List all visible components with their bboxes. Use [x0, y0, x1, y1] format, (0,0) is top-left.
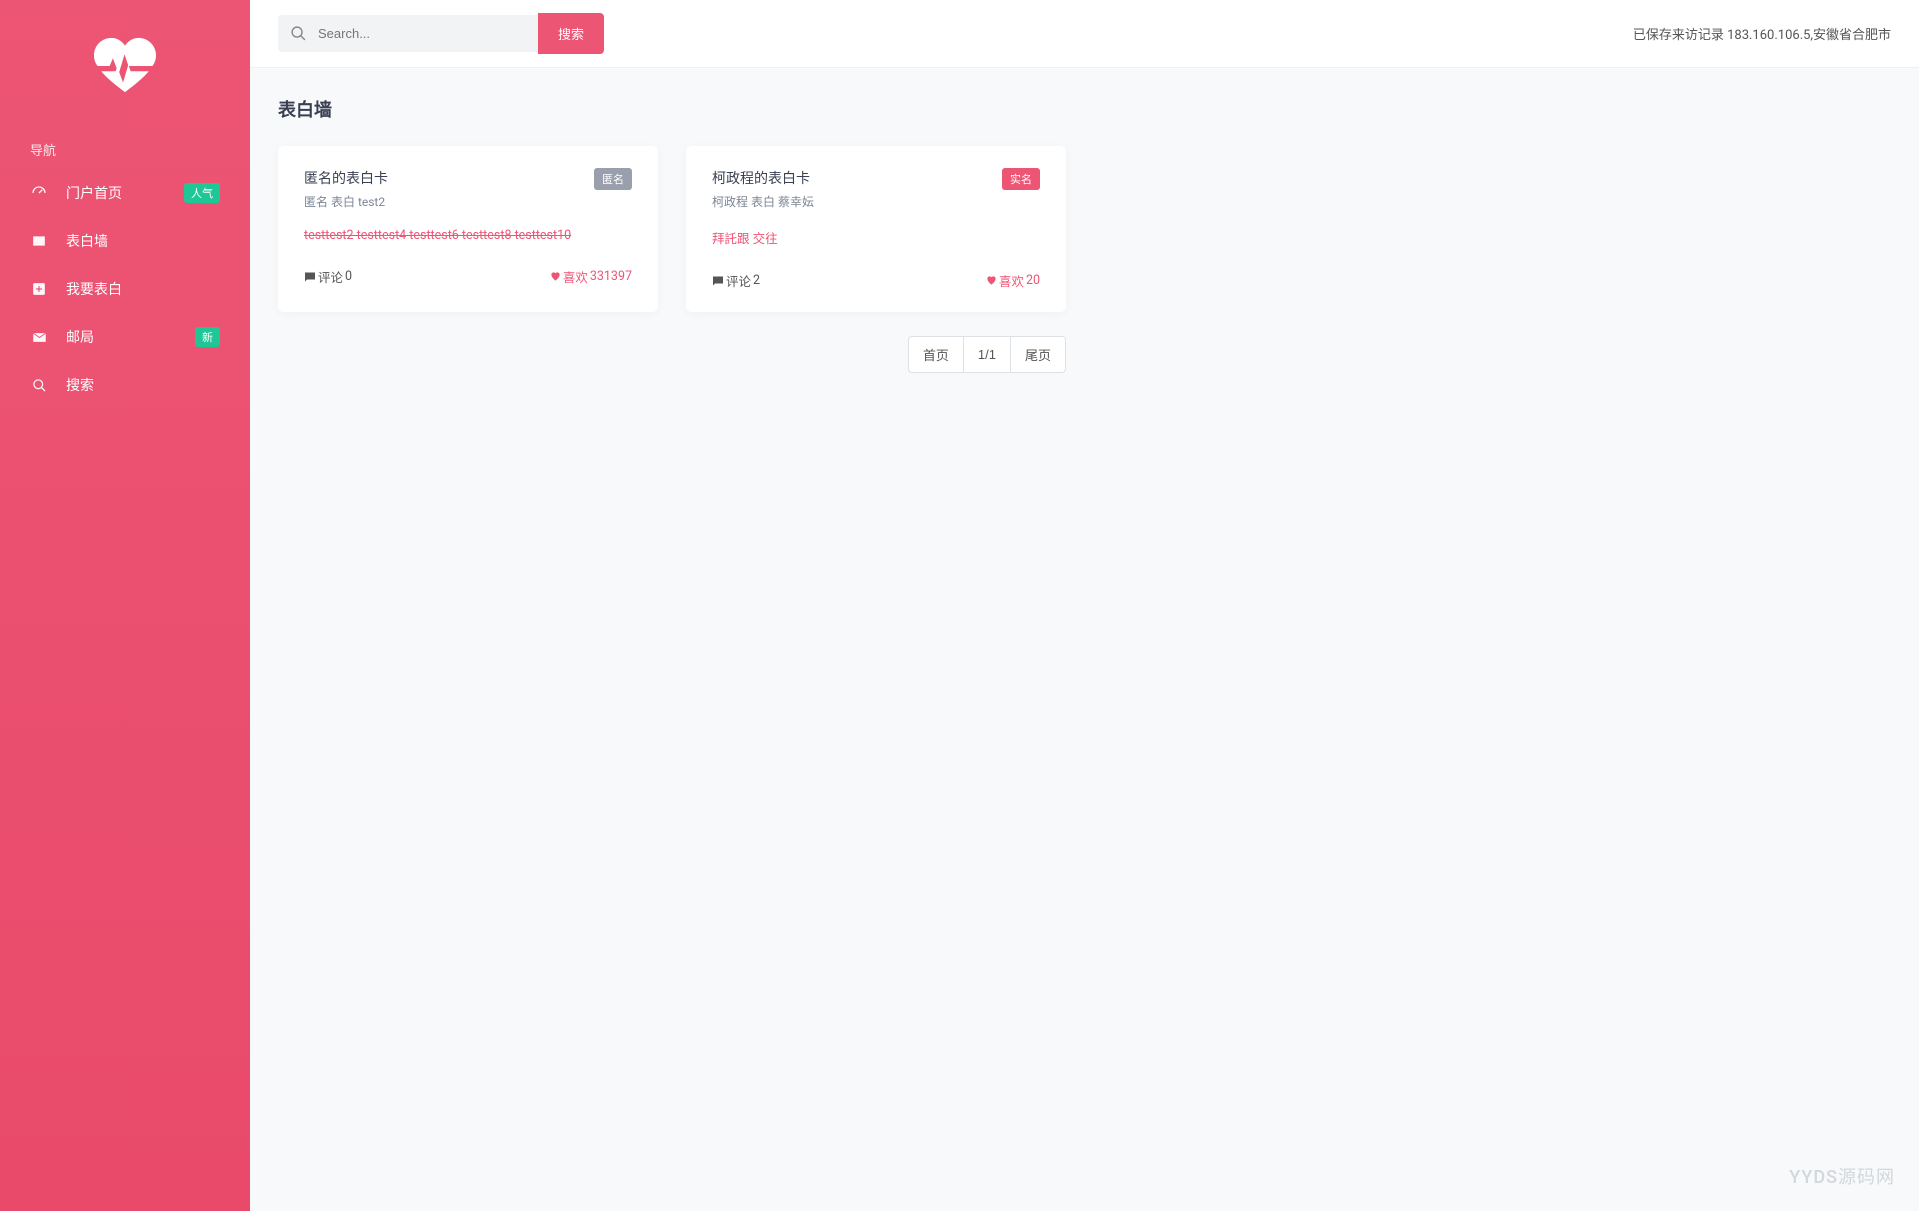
page-first-button[interactable]: 首页 — [908, 336, 964, 373]
realname-tag: 实名 — [1002, 168, 1040, 190]
sidebar-item-label: 邮局 — [66, 327, 195, 347]
search-icon — [30, 376, 48, 394]
sidebar-item-mail[interactable]: 邮局 新 — [0, 313, 250, 361]
like-stat[interactable]: 喜欢331397 — [550, 267, 632, 286]
heart-icon — [986, 275, 997, 286]
search-icon — [290, 25, 307, 42]
badge-new: 新 — [195, 327, 220, 347]
dashboard-icon — [30, 184, 48, 202]
sidebar: 导航 门户首页 人气 表白墙 我要表白 邮局 新 搜索 — [0, 0, 250, 1211]
anonymous-tag: 匿名 — [594, 168, 632, 190]
card-body: testtest2 testtest4 testtest6 testtest8 … — [304, 228, 632, 243]
sidebar-item-label: 表白墙 — [66, 231, 220, 251]
sidebar-item-label: 搜索 — [66, 375, 220, 395]
comment-stat[interactable]: 评论2 — [712, 271, 760, 290]
confession-card[interactable]: 匿名的表白卡 匿名 表白 test2 匿名 testtest2 testtest… — [278, 146, 658, 312]
page-title: 表白墙 — [278, 96, 1891, 122]
confession-card[interactable]: 柯政程的表白卡 柯政程 表白 蔡幸妘 实名 拜託跟 交往 评论2 喜欢20 — [686, 146, 1066, 312]
sidebar-item-wall[interactable]: 表白墙 — [0, 217, 250, 265]
search-form: 搜索 — [278, 13, 604, 54]
sidebar-item-label: 门户首页 — [66, 183, 184, 203]
content: 表白墙 匿名的表白卡 匿名 表白 test2 匿名 testtest2 test… — [250, 68, 1919, 401]
heart-icon — [550, 271, 561, 282]
search-button[interactable]: 搜索 — [538, 13, 604, 54]
watermark: YYDS源码网 — [1789, 1163, 1895, 1189]
card-body: 拜託跟 交往 — [712, 228, 1040, 247]
sidebar-item-label: 我要表白 — [66, 279, 220, 299]
comment-stat[interactable]: 评论0 — [304, 267, 352, 286]
heart-pulse-icon — [94, 37, 156, 93]
main: 搜索 已保存来访记录 183.160.106.5,安徽省合肥市 表白墙 匿名的表… — [250, 0, 1919, 401]
sidebar-item-home[interactable]: 门户首页 人气 — [0, 169, 250, 217]
card-title: 匿名的表白卡 — [304, 168, 388, 188]
page-current: 1/1 — [963, 336, 1011, 373]
comment-icon — [712, 275, 724, 287]
wall-icon — [30, 232, 48, 250]
card-subtitle: 柯政程 表白 蔡幸妘 — [712, 193, 814, 210]
page-last-button[interactable]: 尾页 — [1010, 336, 1066, 373]
badge-popular: 人气 — [184, 183, 220, 203]
nav-heading: 导航 — [0, 130, 250, 169]
sidebar-item-confess[interactable]: 我要表白 — [0, 265, 250, 313]
logo[interactable] — [0, 0, 250, 130]
mail-icon — [30, 328, 48, 346]
topbar: 搜索 已保存来访记录 183.160.106.5,安徽省合肥市 — [250, 0, 1919, 68]
comment-icon — [304, 271, 316, 283]
pagination: 首页 1/1 尾页 — [278, 336, 1066, 373]
visit-info: 已保存来访记录 183.160.106.5,安徽省合肥市 — [1633, 24, 1891, 43]
card-list: 匿名的表白卡 匿名 表白 test2 匿名 testtest2 testtest… — [278, 146, 1891, 312]
sidebar-item-search[interactable]: 搜索 — [0, 361, 250, 409]
card-subtitle: 匿名 表白 test2 — [304, 193, 388, 210]
like-stat[interactable]: 喜欢20 — [986, 271, 1040, 290]
plus-box-icon — [30, 280, 48, 298]
card-title: 柯政程的表白卡 — [712, 168, 814, 188]
search-input[interactable] — [278, 15, 538, 52]
